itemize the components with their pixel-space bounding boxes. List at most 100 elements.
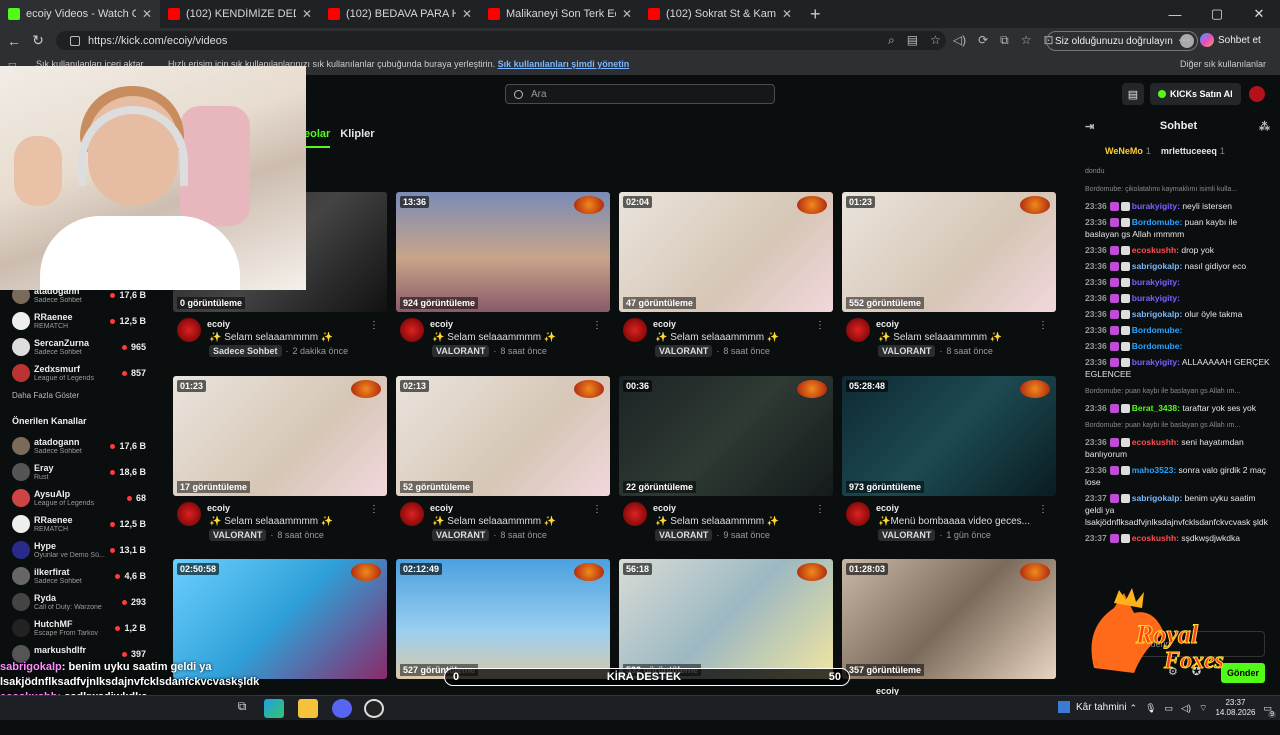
- tab-close-icon[interactable]: ✕: [622, 7, 632, 21]
- video-category[interactable]: VALORANT: [655, 529, 713, 541]
- channel-avatar[interactable]: [400, 502, 424, 526]
- favorite-star-icon[interactable]: ☆: [930, 33, 941, 48]
- sidebar-channel[interactable]: Hype Oyunlar ve Demo Sü... 13,1 B: [0, 538, 160, 564]
- sidebar-channel[interactable]: Eray Rust 18,6 B: [0, 460, 160, 486]
- tab-close-icon[interactable]: ✕: [462, 7, 472, 21]
- message-user[interactable]: ecoskushh:: [1132, 533, 1179, 543]
- copilot-button[interactable]: Sohbet et: [1200, 33, 1261, 47]
- video-title[interactable]: ✨ Selam selaaammmm ✨: [432, 516, 602, 527]
- video-category[interactable]: VALORANT: [432, 529, 490, 541]
- video-card[interactable]: 13:36 924 görüntüleme ecoiy ⋮ ✨ Selam selaaa…: [396, 192, 610, 368]
- sidebar-channel[interactable]: RRaenee REMATCH 12,5 B: [0, 512, 160, 538]
- video-thumbnail[interactable]: 05:28:48 973 görüntüleme: [842, 376, 1056, 496]
- channel-avatar[interactable]: [177, 502, 201, 526]
- browser-tab[interactable]: Malikaneyi Son Terk Eden Kazanır ✕: [480, 0, 640, 28]
- clock[interactable]: 23:37 14.08.2026: [1215, 698, 1255, 718]
- collapse-chat-icon[interactable]: ⇥: [1085, 120, 1094, 133]
- more-options-icon[interactable]: ⋮: [369, 320, 379, 331]
- url-field[interactable]: https://kick.com/ecoiy/videos: [56, 31, 946, 50]
- more-options-icon[interactable]: ⋮: [1038, 320, 1048, 331]
- video-category[interactable]: VALORANT: [878, 529, 936, 541]
- video-category[interactable]: VALORANT: [655, 345, 713, 357]
- zoom-icon[interactable]: ⌕: [888, 33, 895, 48]
- message-user[interactable]: Bordomube:: [1132, 341, 1183, 351]
- tab-close-icon[interactable]: ✕: [782, 7, 792, 21]
- video-card[interactable]: 02:04 47 görüntüleme ecoiy ⋮ ✨ Selam selaaam…: [619, 192, 833, 368]
- channel-avatar[interactable]: [400, 318, 424, 342]
- weather-widget[interactable]: Kâr tahmini: [1058, 701, 1127, 713]
- message-user[interactable]: burakyigity:: [1132, 201, 1180, 211]
- video-card[interactable]: 02:13 52 görüntüleme ecoiy ⋮ ✨ Selam selaaam…: [396, 376, 610, 552]
- leaderboard-entry[interactable]: mrlettuceeeq 1: [1161, 146, 1225, 156]
- more-options-icon[interactable]: ⋮: [815, 320, 825, 331]
- sidebar-channel[interactable]: HutchMF Escape From Tarkov 1,2 B: [0, 616, 160, 642]
- video-card[interactable]: 00:36 22 görüntüleme ecoiy ⋮ ✨ Selam selaaam…: [619, 376, 833, 552]
- video-thumbnail[interactable]: 00:36 22 görüntüleme: [619, 376, 833, 496]
- browser-tab[interactable]: ecoiy Videos - Watch On-Demand ✕: [0, 0, 160, 28]
- tray-chevron-icon[interactable]: ⌃: [1130, 703, 1138, 714]
- buy-kicks-button[interactable]: KICKs Satın Al: [1150, 83, 1241, 105]
- message-user[interactable]: burakyigity:: [1132, 277, 1180, 287]
- microphone-icon[interactable]: 🎙: [1145, 703, 1156, 714]
- video-category[interactable]: VALORANT: [209, 529, 267, 541]
- more-menu-icon[interactable]: ⋯: [1178, 33, 1190, 47]
- split-screen-icon[interactable]: ⧉: [1000, 33, 1009, 48]
- video-title[interactable]: ✨ Selam selaaammmm ✨: [209, 516, 379, 527]
- discord-icon[interactable]: [332, 699, 352, 718]
- refresh-icon[interactable]: ↻: [26, 32, 50, 49]
- video-card[interactable]: 01:23 552 görüntüleme ecoiy ⋮ ✨ Selam selaaa…: [842, 192, 1056, 368]
- video-thumbnail[interactable]: 56:18532 görüntüleme: [619, 559, 833, 679]
- file-explorer-icon[interactable]: [298, 699, 318, 718]
- more-options-icon[interactable]: ⋮: [1038, 504, 1048, 515]
- sidebar-channel[interactable]: AysuAlp League of Legends 68: [0, 486, 160, 512]
- video-thumbnail[interactable]: 01:28:03 357 görüntüleme: [842, 559, 1056, 679]
- sidebar-channel[interactable]: Zedxsmurf League of Legends 857: [0, 361, 160, 387]
- tab-close-icon[interactable]: ✕: [302, 7, 312, 21]
- search-input[interactable]: Ara: [505, 84, 775, 104]
- message-user[interactable]: burakyigity:: [1132, 293, 1180, 303]
- message-user[interactable]: sabrigokalp:: [1132, 309, 1183, 319]
- video-channel[interactable]: ecoiy: [207, 319, 230, 329]
- video-card[interactable]: 01:23 17 görüntüleme ecoiy ⋮ ✨ Selam selaaam…: [173, 376, 387, 552]
- close-icon[interactable]: ✕: [1238, 6, 1280, 22]
- task-view-icon[interactable]: ⧉: [232, 699, 252, 718]
- video-thumbnail[interactable]: 01:23 17 görüntüleme: [173, 376, 387, 496]
- message-user[interactable]: ecoskushh:: [1132, 245, 1179, 255]
- read-aloud-icon[interactable]: ◁): [953, 33, 966, 48]
- more-options-icon[interactable]: ⋮: [592, 504, 602, 515]
- verify-profile-button[interactable]: Siz olduğunuzu doğrulayın: [1046, 31, 1198, 51]
- message-user[interactable]: Bordomube:: [1132, 325, 1183, 335]
- message-user[interactable]: sabrigokalp:: [1132, 261, 1183, 271]
- new-tab-button[interactable]: +: [800, 4, 831, 25]
- video-title[interactable]: ✨ Selam selaaammmm ✨: [432, 332, 602, 343]
- video-category[interactable]: VALORANT: [432, 345, 490, 357]
- wifi-icon[interactable]: ⌔: [1199, 703, 1207, 714]
- site-info-icon[interactable]: [70, 35, 80, 46]
- video-channel[interactable]: ecoiy: [876, 503, 899, 513]
- tab-videos[interactable]: eolar: [304, 128, 331, 148]
- manage-favorites-link[interactable]: Sık kullanılanları şimdi yönetin: [498, 59, 630, 69]
- show-more-link[interactable]: Daha Fazla Göster: [0, 387, 160, 410]
- more-options-icon[interactable]: ⋮: [815, 504, 825, 515]
- user-avatar[interactable]: [1246, 84, 1267, 104]
- notifications-icon[interactable]: ▭ 9: [1263, 703, 1276, 718]
- back-icon[interactable]: ←: [2, 33, 26, 49]
- sidebar-channel[interactable]: atadogann Sadece Sohbet 17,6 B: [0, 434, 160, 460]
- video-channel[interactable]: ecoiy: [876, 319, 899, 329]
- video-channel[interactable]: ecoiy: [653, 319, 676, 329]
- browser-tab[interactable]: (102) Sokrat St & Kamufle & Ados ✕: [640, 0, 800, 28]
- display-icon[interactable]: ▭: [1165, 703, 1174, 714]
- obs-icon[interactable]: [364, 699, 384, 718]
- extensions-icon[interactable]: ⟳: [978, 33, 988, 48]
- volume-icon[interactable]: ◁): [1181, 703, 1191, 714]
- message-user[interactable]: maho3523:: [1132, 465, 1176, 475]
- favorites-icon[interactable]: ☆: [1021, 33, 1032, 48]
- edge-icon[interactable]: [264, 699, 284, 718]
- tab-close-icon[interactable]: ✕: [142, 7, 152, 21]
- video-title[interactable]: ✨ Selam selaaammmm ✨: [878, 332, 1048, 343]
- video-title[interactable]: ✨ Selam selaaammmm ✨: [209, 332, 379, 343]
- maximize-icon[interactable]: ▢: [1196, 6, 1238, 22]
- video-thumbnail[interactable]: 13:36 924 görüntüleme: [396, 192, 610, 312]
- more-options-icon[interactable]: ⋮: [369, 504, 379, 515]
- sidebar-channel[interactable]: RRaenee REMATCH 12,5 B: [0, 309, 160, 335]
